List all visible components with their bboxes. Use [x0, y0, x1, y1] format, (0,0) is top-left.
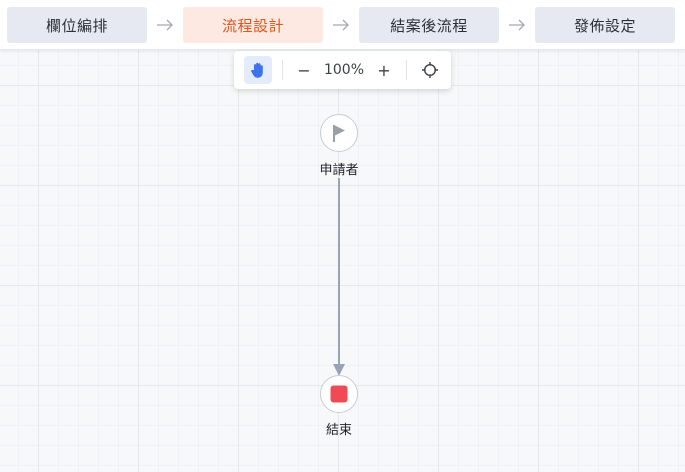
step-navigation: 欄位編排 流程設計 結案後流程 發佈設定: [0, 0, 685, 50]
step-flow-design[interactable]: 流程設計: [183, 7, 323, 43]
workflow-editor: 欄位編排 流程設計 結案後流程 發佈設定 − 100% + 申請者 結束: [0, 0, 685, 472]
zoom-level: 100%: [323, 62, 365, 78]
step-publish-settings[interactable]: 發佈設定: [535, 7, 675, 43]
toolbar-divider: [282, 60, 283, 80]
canvas-toolbar: − 100% +: [234, 51, 451, 89]
step-post-closure-flow[interactable]: 結案後流程: [359, 7, 499, 43]
zoom-in-button[interactable]: +: [374, 60, 394, 80]
toolbar-divider: [406, 60, 407, 80]
step-label: 發佈設定: [573, 16, 636, 35]
pan-tool-button[interactable]: [244, 56, 272, 84]
end-node[interactable]: [320, 375, 358, 413]
step-label: 結案後流程: [390, 16, 468, 35]
end-node-label: 結束: [325, 423, 352, 438]
center-view-button[interactable]: [420, 60, 440, 80]
step-field-layout[interactable]: 欄位編排: [7, 7, 147, 43]
start-node-label: 申請者: [319, 163, 359, 178]
step-label: 欄位編排: [45, 16, 108, 35]
zoom-out-button[interactable]: −: [294, 60, 314, 80]
arrow-right-icon: [333, 19, 349, 31]
arrow-right-icon: [157, 19, 173, 31]
hand-icon: [251, 62, 263, 78]
stop-icon: [330, 385, 348, 403]
step-label: 流程設計: [221, 16, 284, 35]
crosshair-icon: [422, 62, 438, 78]
flag-icon: [333, 125, 345, 142]
arrow-right-icon: [509, 19, 525, 31]
start-node[interactable]: [320, 114, 358, 152]
